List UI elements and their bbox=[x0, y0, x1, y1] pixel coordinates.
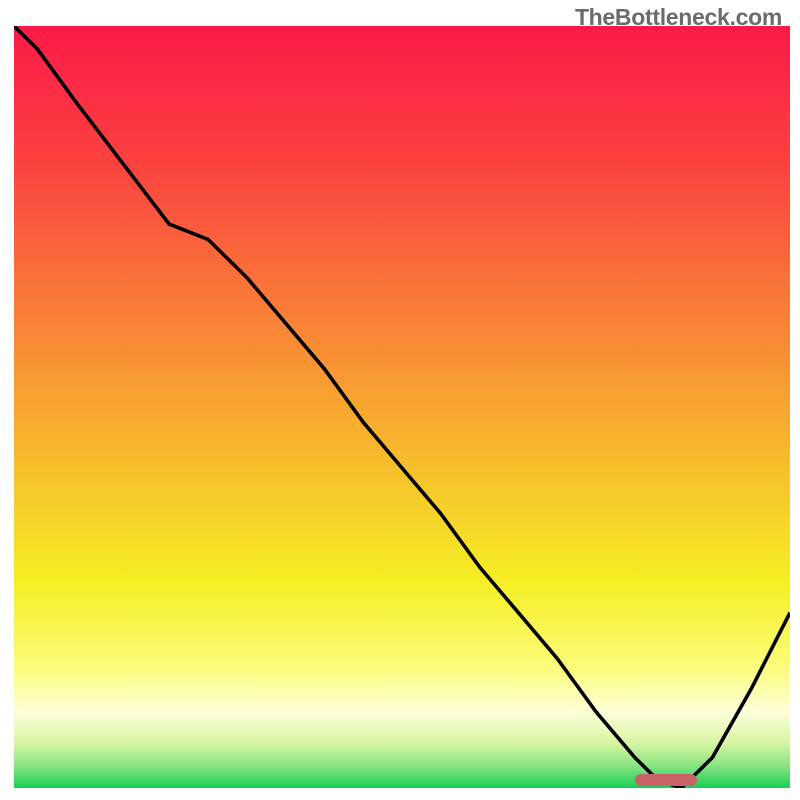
chart-area bbox=[14, 26, 790, 788]
bottleneck-curve bbox=[14, 26, 790, 788]
optimal-range-marker bbox=[635, 774, 697, 786]
